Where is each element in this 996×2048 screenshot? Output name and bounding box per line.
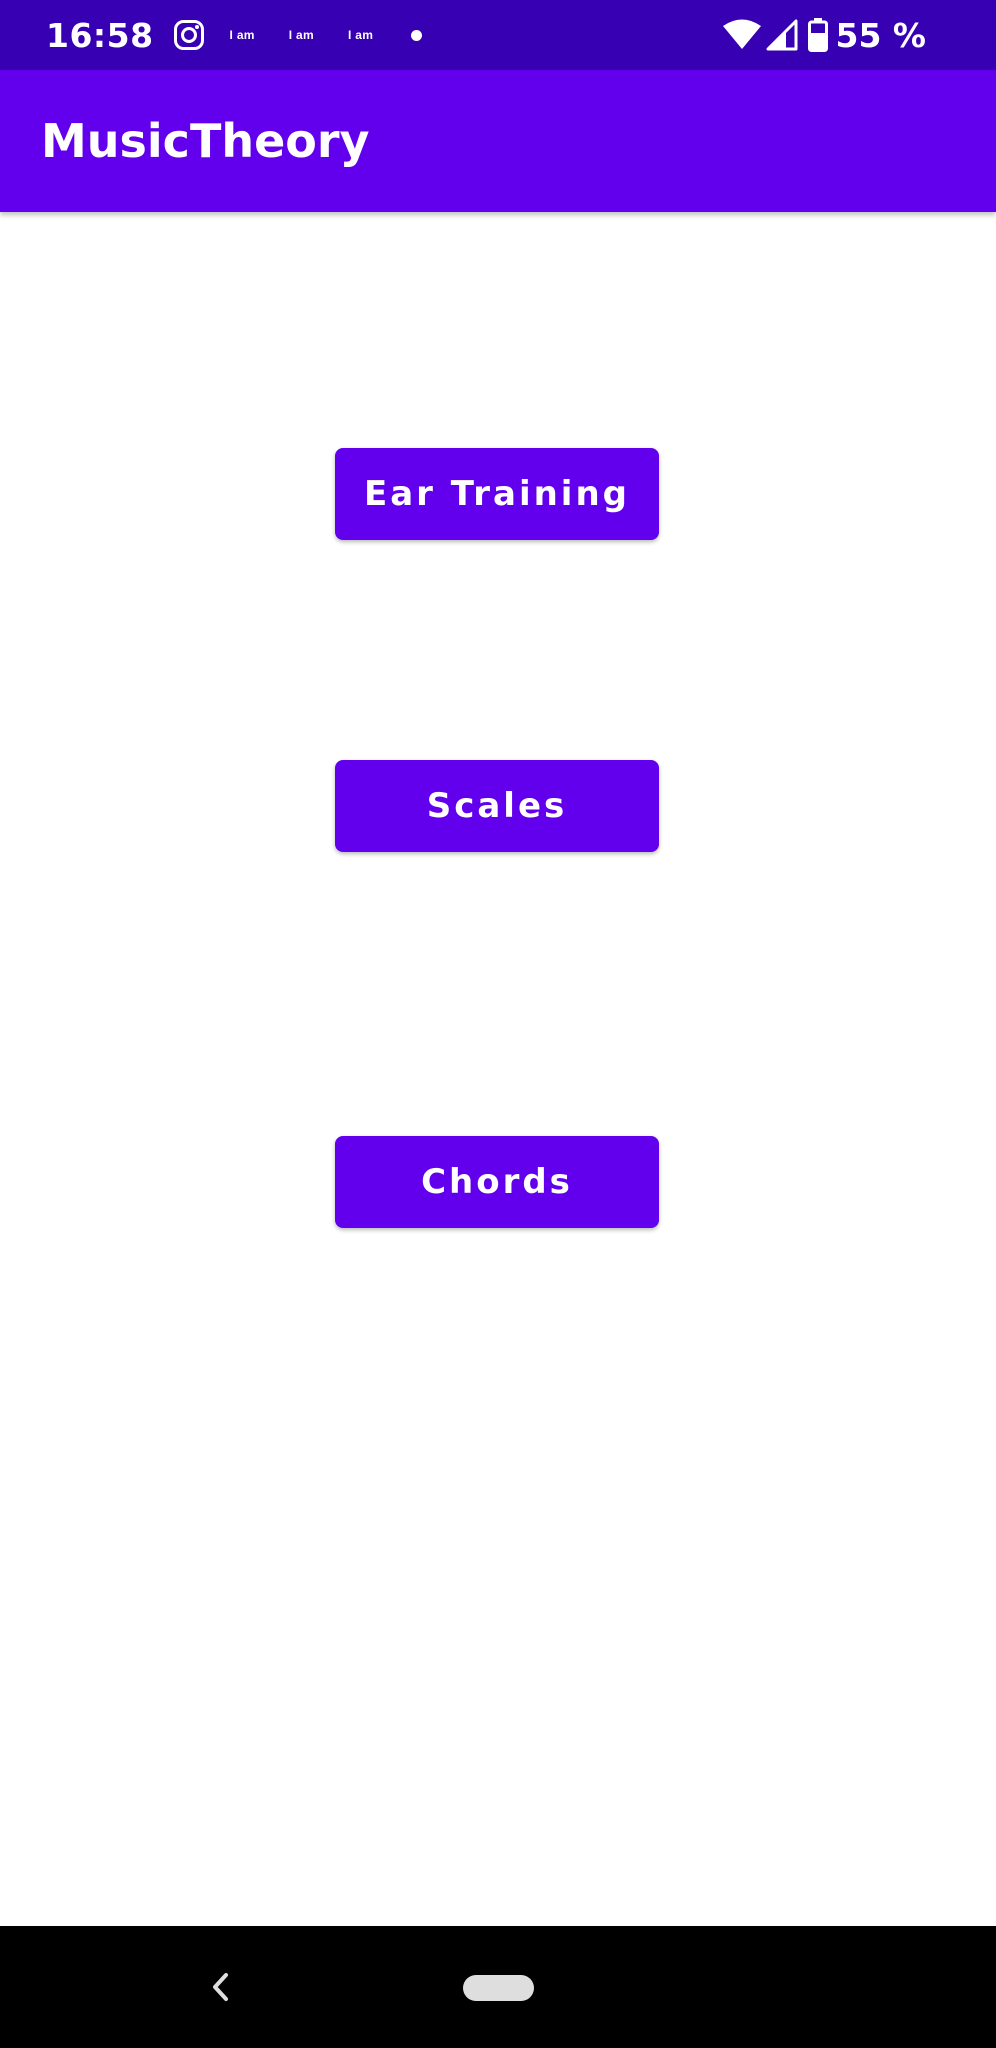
battery-percent: 55 %: [835, 15, 926, 55]
app-bar: MusicTheory: [0, 70, 996, 212]
chords-button[interactable]: Chords: [335, 1136, 659, 1228]
status-left: 16:58 I am I am I am: [46, 0, 423, 70]
status-right: 55 %: [722, 0, 926, 70]
home-pill-icon[interactable]: [463, 1975, 534, 2001]
notification-label: I am: [347, 28, 374, 42]
clock: 16:58: [46, 15, 154, 55]
instagram-icon: [172, 18, 206, 52]
app-title: MusicTheory: [41, 114, 370, 168]
wifi-icon: [722, 19, 762, 51]
notification-label: I am: [229, 28, 255, 42]
dot-icon: [411, 29, 423, 41]
scales-button[interactable]: Scales: [335, 760, 659, 852]
battery-icon: [807, 18, 828, 52]
signal-icon: [766, 19, 798, 51]
ear-training-button[interactable]: Ear Training: [335, 448, 659, 540]
back-icon[interactable]: [206, 1969, 236, 2005]
screen: 16:58 I am I am I am 55 % MusicTheory Ea…: [0, 0, 996, 2048]
navigation-bar: [0, 1926, 996, 2048]
notification-label: I am: [288, 28, 314, 42]
status-bar: 16:58 I am I am I am 55 %: [0, 0, 996, 70]
